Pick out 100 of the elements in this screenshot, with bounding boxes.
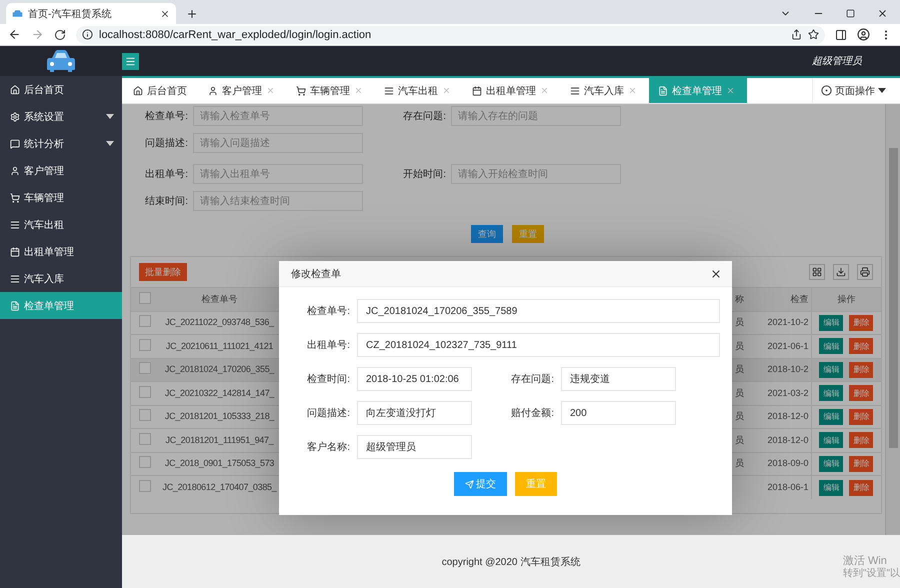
car-icon — [12, 9, 23, 18]
share-icon[interactable] — [791, 29, 802, 40]
menu-toggle[interactable] — [122, 52, 139, 70]
table-cell: 2021-03-2 — [767, 388, 808, 398]
caret-icon — [878, 88, 886, 93]
menu-icon — [125, 56, 136, 66]
column-header: 称 — [733, 288, 751, 311]
cart-icon — [296, 86, 306, 96]
input-field[interactable]: 2018-10-25 01:02:06 — [357, 367, 472, 391]
column-header: 操作 — [811, 288, 881, 311]
field-label: 结束时间: — [144, 194, 188, 208]
field-label: 开始时间: — [402, 168, 446, 181]
page-actions-menu[interactable]: 页面操作 — [812, 78, 900, 103]
table-cell: JC_20211022_093748_536_ — [165, 317, 274, 328]
address-field[interactable]: localhost:8080/carRent_war_exploded/login/login.action — [76, 26, 825, 44]
page-tab[interactable]: 汽车出租 — [375, 78, 463, 103]
checkbox[interactable] — [139, 480, 151, 492]
cart-icon — [10, 192, 20, 202]
field-label: 检查时间: — [306, 372, 350, 386]
sidebar-item[interactable]: 系统设置 — [0, 103, 122, 130]
browser-tab[interactable]: 首页-汽车租赁系统 — [6, 3, 176, 24]
checkbox[interactable] — [139, 362, 151, 374]
calendar-icon — [10, 246, 20, 256]
car-logo — [46, 49, 76, 73]
field-label: 客户名称: — [306, 440, 350, 454]
document-icon — [658, 86, 668, 96]
settings-icon — [10, 112, 20, 122]
field-label: 检查单号: — [144, 110, 188, 123]
page-tab[interactable]: 车辆管理 — [287, 78, 375, 103]
close-icon[interactable] — [877, 8, 888, 18]
list-icon — [10, 274, 20, 284]
profile-icon[interactable] — [857, 28, 870, 41]
checkbox[interactable] — [139, 386, 151, 398]
sidebar-item[interactable]: 汽车出租 — [0, 211, 122, 238]
send-icon — [465, 480, 474, 488]
page-tab[interactable]: 客户管理 — [199, 78, 287, 103]
close-icon[interactable] — [160, 8, 170, 18]
sidebar-item[interactable]: 后台首页 — [0, 76, 122, 103]
sidebar-item[interactable]: 车辆管理 — [0, 184, 122, 211]
columns-icon[interactable] — [809, 264, 825, 280]
field-label: 问题描述: — [306, 406, 350, 420]
checkbox[interactable] — [139, 315, 151, 328]
activation-title: 激活 Win — [842, 555, 888, 568]
side-panel-icon[interactable] — [835, 28, 847, 40]
print-icon[interactable] — [857, 264, 873, 280]
field-label: 赔付金额: — [510, 406, 554, 420]
dialog-title: 修改检查单 — [291, 268, 341, 280]
search-field[interactable]: 请输入开始检查时间 — [451, 164, 621, 184]
chat-icon — [10, 138, 20, 148]
document-icon — [10, 300, 20, 310]
input-field[interactable]: 超级管理员 — [357, 435, 472, 459]
sidebar-item[interactable]: 出租单管理 — [0, 238, 122, 265]
new-tab-icon[interactable] — [186, 8, 198, 20]
maximize-icon[interactable] — [846, 8, 855, 18]
info-icon — [82, 29, 93, 40]
table-cell: 员 — [735, 388, 744, 398]
reload-icon[interactable] — [54, 28, 66, 40]
search-field[interactable]: 请输入出租单号 — [193, 164, 363, 184]
input-field[interactable]: CZ_20181024_102327_735_9111 — [357, 333, 720, 357]
field-label: 存在问题: — [510, 373, 554, 386]
input-field[interactable]: 向左变道没打灯 — [357, 401, 472, 425]
close-button[interactable] — [710, 268, 722, 280]
table-cell: 员 — [735, 340, 744, 351]
field-label: 问题描述: — [144, 136, 188, 150]
input-field[interactable]: 200 — [561, 401, 676, 425]
input-field[interactable]: JC_20181024_170206_355_7589 — [357, 299, 720, 323]
search-field[interactable]: 请输入问题描述 — [193, 133, 363, 153]
star-icon[interactable] — [808, 29, 819, 40]
checkbox[interactable] — [139, 409, 151, 422]
page-tab[interactable]: 后台首页 — [124, 78, 199, 103]
user-icon — [208, 86, 218, 96]
search-field[interactable]: 请输入存在的问题 — [451, 106, 621, 126]
sidebar-item[interactable]: 客户管理 — [0, 157, 122, 184]
search-field[interactable]: 请输入结束检查时间 — [193, 191, 363, 211]
search-field[interactable]: 请输入检查单号 — [193, 106, 363, 126]
checkbox[interactable] — [139, 292, 151, 304]
page-tab[interactable]: 出租单管理 — [463, 78, 561, 103]
checkbox[interactable] — [139, 432, 151, 445]
column-header: 检查单号 — [159, 288, 280, 311]
table-cell: 员 — [735, 364, 744, 374]
list-icon — [570, 86, 580, 96]
page-tab[interactable]: 汽车入库 — [561, 78, 649, 103]
sidebar-item[interactable]: 统计分析 — [0, 130, 122, 157]
table-cell: 2021-06-1 — [767, 340, 808, 351]
radio-icon — [821, 85, 832, 96]
field-label: 检查单号: — [306, 304, 350, 318]
back-icon[interactable] — [8, 28, 21, 41]
export-icon[interactable] — [833, 264, 849, 280]
table-cell: JC_20181201_105333_218_ — [164, 411, 274, 422]
scrollbar[interactable] — [885, 104, 900, 535]
user-name[interactable]: 超级管理员 — [812, 54, 862, 68]
sidebar-item[interactable]: 汽车入库 — [0, 265, 122, 292]
table-cell: JC_2018_0901_175053_573 — [164, 458, 274, 468]
table-cell: JC_20181201_111951_947_ — [166, 434, 274, 445]
field-label: 出租单号: — [306, 338, 350, 352]
table-cell: 2021-10-2 — [767, 317, 808, 328]
list-icon — [10, 220, 20, 230]
checkbox[interactable] — [139, 338, 151, 351]
input-field[interactable]: 违规变道 — [561, 367, 676, 391]
checkbox[interactable] — [139, 456, 151, 468]
